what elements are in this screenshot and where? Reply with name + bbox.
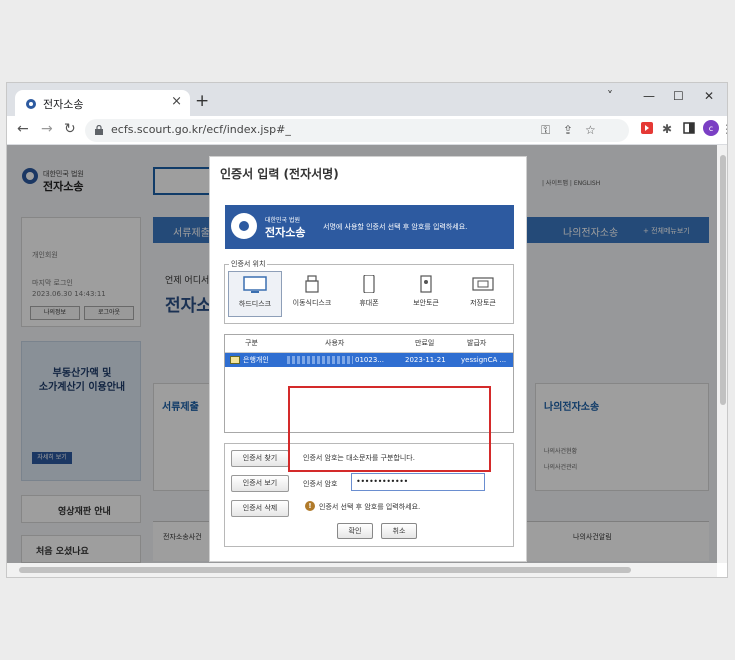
vertical-scrollbar[interactable]	[717, 145, 727, 563]
forward-icon[interactable]: →	[41, 121, 53, 137]
browser-toolbar: ← → ↻ ecfs.scourt.go.kr/ecf/index.jsp#_ …	[7, 116, 727, 145]
back-icon[interactable]: ←	[17, 121, 29, 137]
browser-tab[interactable]: 전자소송 ×	[15, 90, 190, 116]
cert-issuer: yessignCA ...	[461, 356, 507, 364]
court-seal-icon	[231, 213, 257, 239]
location-storage-token[interactable]: 저장토큰	[456, 271, 510, 317]
password-input[interactable]: ••••••••••••	[351, 473, 485, 491]
usb-icon	[305, 275, 319, 293]
location-removable[interactable]: 이동식디스크	[285, 271, 339, 317]
lock-icon	[95, 125, 103, 135]
tab-search-icon[interactable]: ˅	[607, 89, 613, 103]
side-panel-icon[interactable]	[683, 122, 695, 134]
bookmark-star-icon[interactable]: ☆	[585, 123, 596, 137]
table-row[interactable]: 은행개인 01023... 2023-11-21 yessignCA ...	[225, 353, 513, 367]
highlight-annotation	[288, 386, 491, 472]
column-header: 사용자	[325, 339, 345, 347]
profile-avatar-icon[interactable]: c	[703, 120, 719, 136]
cert-expiry: 2023-11-21	[405, 356, 446, 364]
password-label: 인증서 암호	[303, 480, 338, 488]
certificate-dialog: 인증서 입력 (전자서명) 대한민국 법원 전자소송 서명에 사용할 인증서 선…	[209, 156, 527, 562]
puzzle-extensions-icon[interactable]: ✱	[662, 122, 672, 136]
close-window-icon[interactable]: ✕	[704, 89, 714, 103]
horizontal-scrollbar[interactable]	[7, 563, 717, 577]
browser-window: 전자소송 × + ˅ — ☐ ✕ ← → ↻ ecfs.scourt.go.kr…	[6, 82, 728, 578]
maximize-icon[interactable]: ☐	[673, 89, 684, 103]
location-security-token[interactable]: 보안토큰	[399, 271, 453, 317]
cancel-button[interactable]: 취소	[381, 523, 417, 539]
location-group: 인증서 위치 하드디스크 이동식디스크 휴대폰 보안토큰 저장토큰	[224, 259, 514, 324]
new-tab-button[interactable]: +	[195, 91, 209, 111]
monitor-icon	[243, 276, 267, 293]
address-bar[interactable]: ecfs.scourt.go.kr/ecf/index.jsp#_ ⚿ ⇪ ☆	[85, 119, 629, 142]
location-phone[interactable]: 휴대폰	[342, 271, 396, 317]
certificate-icon	[230, 356, 240, 364]
location-label: 저장토큰	[470, 299, 496, 307]
extension-red-icon[interactable]	[641, 122, 653, 134]
find-certificate-button[interactable]: 인증서 찾기	[231, 450, 289, 467]
court-favicon-icon	[26, 99, 36, 109]
location-label: 하드디스크	[238, 300, 272, 308]
page-viewport: 대한민국 법원 전자소송 | 사이트맵 | ENGLISH 서류제출 나의전자소…	[7, 145, 717, 563]
dialog-banner: 대한민국 법원 전자소송 서명에 사용할 인증서 선택 후 암호를 입력하세요.	[225, 205, 514, 249]
location-label: 휴대폰	[359, 299, 379, 307]
phone-icon	[363, 275, 375, 293]
cert-user-masked	[287, 356, 353, 364]
share-icon[interactable]: ⇪	[563, 123, 573, 137]
banner-small-text: 대한민국 법원	[265, 217, 301, 224]
warning-icon: !	[305, 501, 315, 511]
location-label: 이동식디스크	[292, 299, 332, 307]
tab-strip: 전자소송 × + ˅ — ☐ ✕	[7, 83, 727, 116]
column-header: 구분	[245, 339, 258, 347]
location-harddisk[interactable]: 하드디스크	[228, 271, 282, 317]
banner-message: 서명에 사용할 인증서 선택 후 암호를 입력하세요.	[323, 223, 468, 231]
column-header: 발급자	[467, 339, 487, 347]
svg-text:c: c	[709, 124, 713, 133]
storage-token-icon	[472, 277, 494, 291]
ok-button[interactable]: 확인	[337, 523, 373, 539]
dialog-title: 인증서 입력 (전자서명)	[220, 167, 339, 181]
tab-title: 전자소송	[43, 98, 84, 111]
password-warning: 인증서 선택 후 암호를 입력하세요.	[319, 503, 421, 511]
location-label: 보안토큰	[413, 299, 439, 307]
cert-type: 은행개인	[243, 356, 269, 364]
close-tab-icon[interactable]: ×	[171, 94, 182, 109]
security-token-icon	[420, 275, 432, 293]
view-certificate-button[interactable]: 인증서 보기	[231, 475, 289, 492]
minimize-icon[interactable]: —	[643, 89, 655, 103]
url-text: ecfs.scourt.go.kr/ecf/index.jsp#_	[111, 123, 291, 136]
delete-certificate-button[interactable]: 인증서 삭제	[231, 500, 289, 517]
location-legend: 인증서 위치	[229, 259, 268, 269]
reload-icon[interactable]: ↻	[64, 121, 76, 137]
column-header: 만료일	[415, 339, 435, 347]
key-icon[interactable]: ⚿	[541, 123, 550, 138]
banner-big-text: 전자소송	[265, 226, 306, 239]
menu-kebab-icon[interactable]: ⋮	[721, 122, 727, 136]
cert-user: 01023...	[355, 356, 384, 364]
